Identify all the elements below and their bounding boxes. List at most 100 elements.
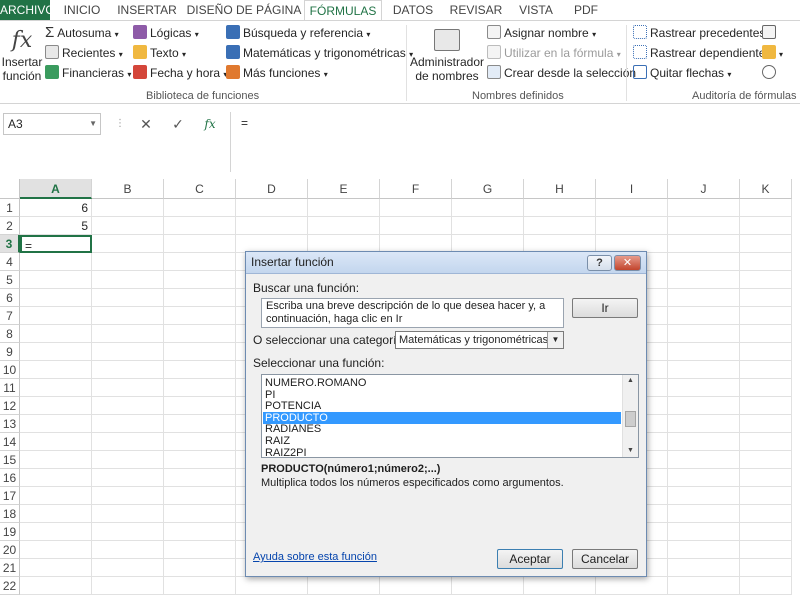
row-header-9[interactable]: 9 — [0, 343, 20, 361]
cell-k22[interactable] — [740, 577, 792, 595]
tab-diseno-pagina[interactable]: DISEÑO DE PÁGINA — [184, 0, 304, 20]
cell-j3[interactable] — [668, 235, 740, 253]
cell-k11[interactable] — [740, 379, 792, 397]
cell-c4[interactable] — [164, 253, 236, 271]
cancel-button[interactable]: Cancelar — [572, 549, 638, 569]
column-header-h[interactable]: H — [524, 179, 596, 199]
tab-archivo[interactable]: ARCHIVO — [0, 0, 55, 20]
cell-b5[interactable] — [92, 271, 164, 289]
cell-b1[interactable] — [92, 199, 164, 217]
cell-c2[interactable] — [164, 217, 236, 235]
cell-c20[interactable] — [164, 541, 236, 559]
cell-j18[interactable] — [668, 505, 740, 523]
cell-k17[interactable] — [740, 487, 792, 505]
cell-b10[interactable] — [92, 361, 164, 379]
cell-k15[interactable] — [740, 451, 792, 469]
function-list-item[interactable]: PRODUCTO — [263, 411, 621, 424]
cell-j15[interactable] — [668, 451, 740, 469]
select-all-corner[interactable] — [0, 179, 20, 199]
cell-j14[interactable] — [668, 433, 740, 451]
row-header-19[interactable]: 19 — [0, 523, 20, 541]
formula-input[interactable]: = — [230, 112, 800, 172]
row-header-20[interactable]: 20 — [0, 541, 20, 559]
cell-a15[interactable] — [20, 451, 92, 469]
cell-a3[interactable]: = — [20, 235, 92, 253]
cell-b7[interactable] — [92, 307, 164, 325]
autosum-button[interactable]: Σ Autosuma ▾ — [45, 24, 119, 42]
function-list-item[interactable]: POTENCIA — [263, 400, 621, 412]
go-button[interactable]: Ir — [572, 298, 638, 318]
cell-c10[interactable] — [164, 361, 236, 379]
cell-a13[interactable] — [20, 415, 92, 433]
function-help-link[interactable]: Ayuda sobre esta función — [253, 551, 377, 563]
cell-j9[interactable] — [668, 343, 740, 361]
cell-b17[interactable] — [92, 487, 164, 505]
chevron-down-icon[interactable]: ▼ — [547, 332, 563, 348]
cell-b2[interactable] — [92, 217, 164, 235]
cell-a14[interactable] — [20, 433, 92, 451]
cell-k21[interactable] — [740, 559, 792, 577]
cell-j2[interactable] — [668, 217, 740, 235]
cell-b16[interactable] — [92, 469, 164, 487]
cell-b8[interactable] — [92, 325, 164, 343]
more-functions-button[interactable]: Más funciones ▾ — [226, 64, 328, 82]
cell-a20[interactable] — [20, 541, 92, 559]
cell-k14[interactable] — [740, 433, 792, 451]
cell-i1[interactable] — [596, 199, 668, 217]
cell-k12[interactable] — [740, 397, 792, 415]
row-header-16[interactable]: 16 — [0, 469, 20, 487]
column-header-j[interactable]: J — [668, 179, 740, 199]
row-header-11[interactable]: 11 — [0, 379, 20, 397]
row-header-21[interactable]: 21 — [0, 559, 20, 577]
trace-precedents-button[interactable]: Rastrear precedentes — [633, 24, 765, 42]
recent-button[interactable]: Recientes ▾ — [45, 44, 123, 62]
function-list-item[interactable]: PI — [263, 389, 621, 401]
tab-insertar[interactable]: INSERTAR — [113, 0, 181, 20]
cell-c22[interactable] — [164, 577, 236, 595]
cell-j12[interactable] — [668, 397, 740, 415]
cell-a19[interactable] — [20, 523, 92, 541]
cell-f2[interactable] — [380, 217, 452, 235]
cell-a11[interactable] — [20, 379, 92, 397]
cell-a7[interactable] — [20, 307, 92, 325]
cell-c17[interactable] — [164, 487, 236, 505]
cell-k6[interactable] — [740, 289, 792, 307]
cell-c3[interactable] — [164, 235, 236, 253]
cell-j6[interactable] — [668, 289, 740, 307]
cell-j11[interactable] — [668, 379, 740, 397]
cell-f1[interactable] — [380, 199, 452, 217]
cell-f22[interactable] — [380, 577, 452, 595]
column-header-d[interactable]: D — [236, 179, 308, 199]
cell-j21[interactable] — [668, 559, 740, 577]
cell-a4[interactable] — [20, 253, 92, 271]
cell-a21[interactable] — [20, 559, 92, 577]
math-button[interactable]: Matemáticas y trigonométricas ▾ — [226, 44, 413, 62]
cell-a8[interactable] — [20, 325, 92, 343]
cell-b12[interactable] — [92, 397, 164, 415]
column-header-g[interactable]: G — [452, 179, 524, 199]
tab-revisar[interactable]: REVISAR — [444, 0, 508, 20]
tab-formulas[interactable]: FÓRMULAS — [304, 0, 382, 21]
cancel-icon[interactable]: ✕ — [136, 114, 156, 134]
cell-h2[interactable] — [524, 217, 596, 235]
cell-k20[interactable] — [740, 541, 792, 559]
cell-k4[interactable] — [740, 253, 792, 271]
cell-i22[interactable] — [596, 577, 668, 595]
dialog-titlebar[interactable]: Insertar función ? ✕ — [246, 252, 646, 274]
cell-c7[interactable] — [164, 307, 236, 325]
function-list-item[interactable]: RAIZ2PI — [263, 447, 621, 457]
cell-b14[interactable] — [92, 433, 164, 451]
cell-a9[interactable] — [20, 343, 92, 361]
use-in-formula-button[interactable]: Utilizar en la fórmula ▾ — [487, 44, 621, 62]
datetime-button[interactable]: Fecha y hora ▾ — [133, 64, 227, 82]
cell-k8[interactable] — [740, 325, 792, 343]
cell-c16[interactable] — [164, 469, 236, 487]
cell-c5[interactable] — [164, 271, 236, 289]
cell-k18[interactable] — [740, 505, 792, 523]
column-header-a[interactable]: A — [20, 179, 92, 199]
row-header-8[interactable]: 8 — [0, 325, 20, 343]
cell-c18[interactable] — [164, 505, 236, 523]
define-name-button[interactable]: Asignar nombre ▾ — [487, 24, 596, 42]
row-header-13[interactable]: 13 — [0, 415, 20, 433]
cell-b22[interactable] — [92, 577, 164, 595]
